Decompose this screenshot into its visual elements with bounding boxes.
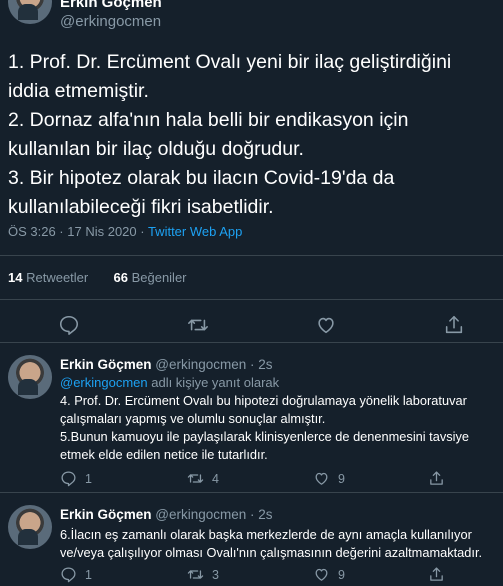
tweet-actions <box>0 306 503 342</box>
reply-tweet[interactable]: Erkin Göçmen @erkingocmen · 2s @erkingoc… <box>0 343 503 491</box>
retweets-stat[interactable]: 14 Retweetler <box>8 270 88 285</box>
divider <box>0 255 503 256</box>
like-count: 66 <box>113 270 128 285</box>
retweet-label: Retweetler <box>26 270 89 285</box>
reply-count: 1 <box>85 471 92 486</box>
author-name[interactable]: Erkin Göçmen <box>60 357 152 372</box>
likes-stat[interactable]: 66 Beğeniler <box>113 270 186 285</box>
author-name[interactable]: Erkin Göçmen <box>60 507 152 522</box>
retweet-count: 14 <box>8 270 23 285</box>
tweet-text-line: 3. Bir hipotez olarak bu ilacın Covid-19… <box>8 167 400 218</box>
tweet-source-link[interactable]: Twitter Web App <box>148 224 242 239</box>
reply-icon <box>61 471 76 487</box>
share-icon[interactable] <box>443 314 465 336</box>
retweet-count: 4 <box>212 471 219 486</box>
reply-icon[interactable] <box>58 314 80 336</box>
tweet-text-line: 1. Prof. Dr. Ercüment Ovalı yeni bir ila… <box>8 51 457 102</box>
share-action[interactable] <box>428 470 445 487</box>
tweet-stats: 14 Retweetler 66 Beğeniler <box>8 270 187 285</box>
like-action[interactable]: 9 <box>313 470 345 487</box>
retweet-icon <box>187 474 204 483</box>
divider <box>0 299 503 300</box>
tweet-text-line: 4. Prof. Dr. Ercüment Ovalı bu hipotezi … <box>60 393 467 426</box>
author-name[interactable]: Erkin Göçmen <box>60 0 162 11</box>
reply-actions: 1 3 9 <box>60 566 500 586</box>
reply-to-link[interactable]: @erkingocmen <box>60 375 148 390</box>
tweet-meta: ÖS 3:26 · 17 Nis 2020 · Twitter Web App <box>8 224 242 239</box>
reply-context: @erkingocmen adlı kişiye yanıt olarak <box>60 375 279 390</box>
heart-icon <box>315 472 328 485</box>
like-label: Beğeniler <box>131 270 187 285</box>
author-avatar[interactable] <box>8 355 52 399</box>
tweet-text-line: 2. Dornaz alfa'nın hala belli bir endika… <box>8 109 414 160</box>
retweet-icon[interactable] <box>187 314 209 336</box>
tweet-text: 6.İlacın eş zamanlı olarak başka merkezl… <box>60 526 490 562</box>
author-avatar[interactable] <box>8 0 52 24</box>
author-handle[interactable]: @erkingocmen · 2s <box>155 357 272 372</box>
heart-icon[interactable] <box>315 314 337 336</box>
tweet-text-line: 5.Bunun kamuoyu ile paylaşılarak klinisy… <box>60 429 470 462</box>
retweet-action[interactable]: 4 <box>187 470 219 487</box>
reply-to-suffix: adlı kişiye yanıt olarak <box>147 375 280 390</box>
tweet-text: 1. Prof. Dr. Ercüment Ovalı yeni bir ila… <box>8 48 496 222</box>
author-handle[interactable]: @erkingocmen <box>60 13 161 30</box>
reply-action[interactable]: 1 <box>60 470 92 487</box>
like-count: 9 <box>338 471 345 486</box>
reply-tweet[interactable]: Erkin Göçmen @erkingocmen · 2s 6.İlacın … <box>0 493 503 583</box>
reply-actions: 1 4 9 <box>60 470 500 490</box>
author-handle[interactable]: @erkingocmen · 2s <box>155 507 272 522</box>
share-icon <box>430 471 443 485</box>
tweet-text-line: 6.İlacın eş zamanlı olarak başka merkezl… <box>60 527 483 560</box>
tweet-timestamp[interactable]: ÖS 3:26 · 17 Nis 2020 · <box>8 224 148 239</box>
author-avatar[interactable] <box>8 505 52 549</box>
tweet-text: 4. Prof. Dr. Ercüment Ovalı bu hipotezi … <box>60 392 490 464</box>
